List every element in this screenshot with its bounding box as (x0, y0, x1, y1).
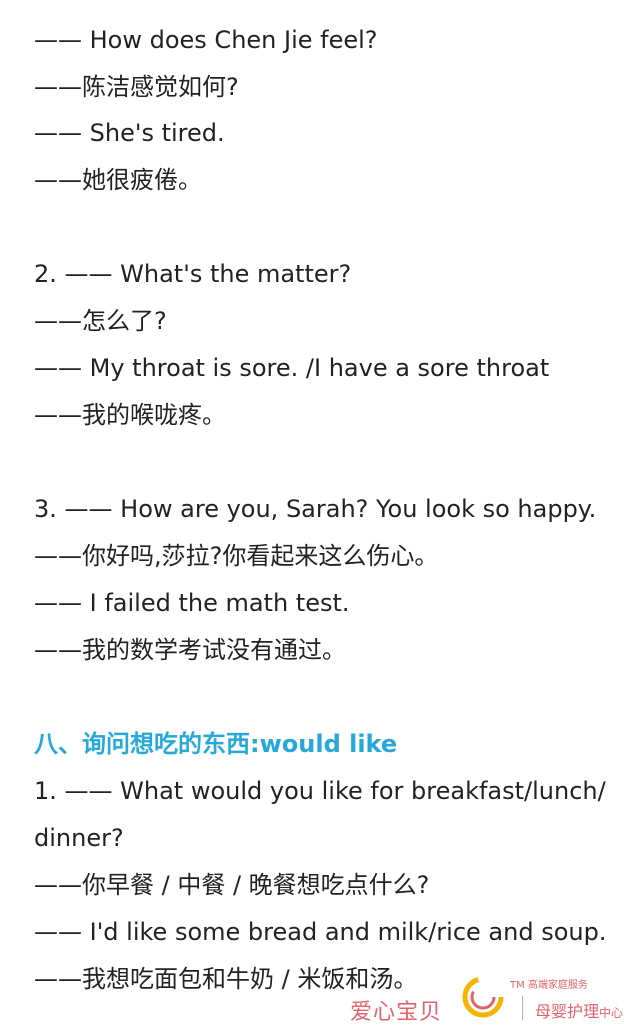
watermark-divider (522, 996, 523, 1020)
watermark: 爱心宝贝 TM 高端家庭服务 母婴护理中心 (350, 968, 640, 1028)
text-line: —— She's tired. (34, 119, 225, 147)
brand-logo-icon (462, 976, 504, 1018)
section-heading: 八、询问想吃的东西:would like (34, 730, 398, 758)
watermark-service-small: 中心 (599, 1006, 624, 1020)
watermark-service-text: 母婴护理中心 (535, 998, 623, 1022)
watermark-brand-text: 爱心宝贝 (350, 1000, 443, 1025)
text-line: ——我的喉咙疼。 (34, 401, 226, 429)
text-line: ——你早餐 / 中餐 / 晚餐想吃点什么? (34, 871, 430, 899)
text-line: —— My throat is sore. /I have a sore thr… (34, 354, 550, 382)
text-line: 3. —— How are you, Sarah? You look so ha… (34, 495, 597, 523)
text-line: —— How does Chen Jie feel? (34, 26, 378, 54)
watermark-tm-text: TM 高端家庭服务 (510, 980, 588, 991)
text-line: ——我的数学考试没有通过。 (34, 636, 346, 664)
text-line: —— I'd like some bread and milk/rice and… (34, 918, 607, 946)
text-line: ——怎么了? (34, 307, 167, 335)
watermark-service-main: 母婴护理 (535, 1002, 600, 1021)
text-line: ——她很疲倦。 (34, 166, 202, 194)
text-line: —— I failed the math test. (34, 589, 350, 617)
text-line: 2. —— What's the matter? (34, 260, 352, 288)
text-line: ——你好吗,莎拉?你看起来这么伤心。 (34, 542, 439, 570)
text-line: 1. —— What would you like for breakfast/… (34, 777, 606, 805)
text-line: dinner? (34, 824, 124, 852)
text-line: ——陈洁感觉如何? (34, 73, 239, 101)
